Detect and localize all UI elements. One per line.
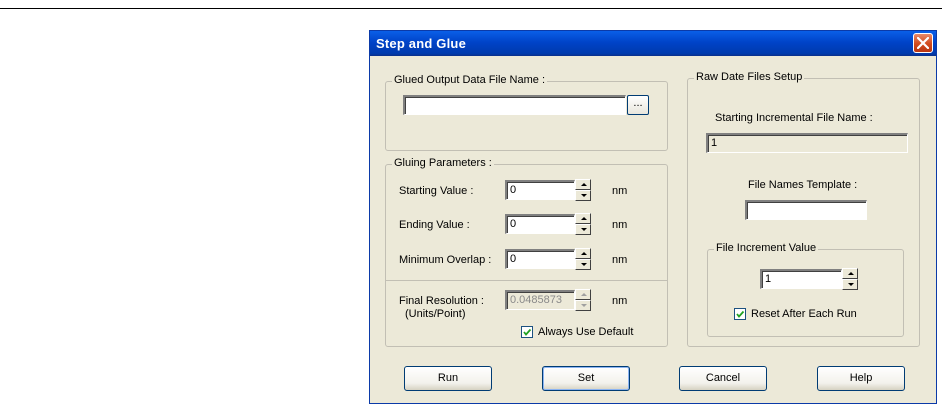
minimum-overlap-input[interactable]: 0: [505, 249, 575, 269]
starting-file-input[interactable]: 1: [706, 133, 908, 153]
spin-down-icon: [575, 300, 591, 311]
always-use-default-checkbox[interactable]: [521, 326, 533, 338]
starting-value-spinner[interactable]: [575, 179, 591, 201]
minimum-overlap-spinner[interactable]: [575, 248, 591, 270]
ending-value-spinner[interactable]: [575, 213, 591, 235]
file-increment-legend: File Increment Value: [714, 242, 819, 254]
file-increment-spinner[interactable]: [842, 268, 858, 290]
output-file-legend: Glued Output Data File Name :: [392, 74, 548, 86]
spin-down-icon[interactable]: [575, 224, 591, 235]
output-file-group: Glued Output Data File Name : ...: [385, 74, 668, 151]
starting-value-input[interactable]: 0: [505, 180, 575, 200]
checkmark-icon: [523, 328, 532, 336]
final-resolution-label: Final Resolution :: [399, 295, 484, 307]
ending-value-unit: nm: [612, 219, 628, 231]
spin-up-icon[interactable]: [842, 268, 858, 279]
spin-up-icon[interactable]: [575, 179, 591, 190]
title-bar[interactable]: Step and Glue: [370, 31, 936, 56]
checkmark-icon: [736, 310, 745, 318]
final-resolution-unit: nm: [612, 295, 628, 307]
raw-files-setup-legend: Raw Date Files Setup: [694, 71, 805, 83]
raw-files-setup-group: Raw Date Files Setup Starting Incrementa…: [687, 71, 920, 347]
spin-up-icon[interactable]: [575, 213, 591, 224]
top-rule: [0, 8, 942, 9]
always-use-default-label[interactable]: Always Use Default: [538, 326, 633, 338]
units-per-point-label: (Units/Point): [405, 308, 466, 320]
spin-down-icon[interactable]: [575, 190, 591, 201]
minimum-overlap-label: Minimum Overlap :: [399, 254, 492, 266]
run-button[interactable]: Run: [404, 366, 492, 391]
window-title: Step and Glue: [376, 36, 467, 51]
reset-after-each-run-checkbox[interactable]: [734, 308, 746, 320]
help-button[interactable]: Help: [817, 366, 905, 391]
gluing-parameters-group: Gluing Parameters : Starting Value : 0 n…: [385, 157, 668, 347]
ending-value-label: Ending Value :: [399, 219, 470, 231]
cancel-button[interactable]: Cancel: [679, 366, 767, 391]
ending-value-input[interactable]: 0: [505, 214, 575, 234]
final-resolution-spinner: [575, 289, 591, 311]
starting-file-label: Starting Incremental File Name :: [715, 112, 873, 124]
gluing-parameters-legend: Gluing Parameters :: [392, 157, 494, 169]
final-resolution-input: 0.0485873: [505, 290, 575, 310]
file-increment-group: File Increment Value 1 Reset After Each …: [707, 242, 904, 337]
step-and-glue-dialog: Step and Glue Glued Output Data File Nam…: [369, 30, 937, 404]
spin-up-icon: [575, 289, 591, 300]
output-file-input[interactable]: [403, 95, 626, 115]
minimum-overlap-unit: nm: [612, 254, 628, 266]
gluing-separator: [386, 280, 667, 281]
file-names-template-input[interactable]: [745, 200, 867, 220]
spin-down-icon[interactable]: [842, 279, 858, 290]
browse-button[interactable]: ...: [627, 95, 649, 115]
file-increment-input[interactable]: 1: [760, 269, 842, 289]
starting-value-unit: nm: [612, 185, 628, 197]
file-names-template-label: File Names Template :: [748, 179, 858, 191]
close-button[interactable]: [913, 33, 933, 53]
spin-up-icon[interactable]: [575, 248, 591, 259]
spin-down-icon[interactable]: [575, 259, 591, 270]
reset-after-each-run-label[interactable]: Reset After Each Run: [751, 308, 857, 320]
close-icon: [917, 37, 929, 49]
set-button[interactable]: Set: [542, 366, 630, 391]
starting-value-label: Starting Value :: [399, 185, 474, 197]
